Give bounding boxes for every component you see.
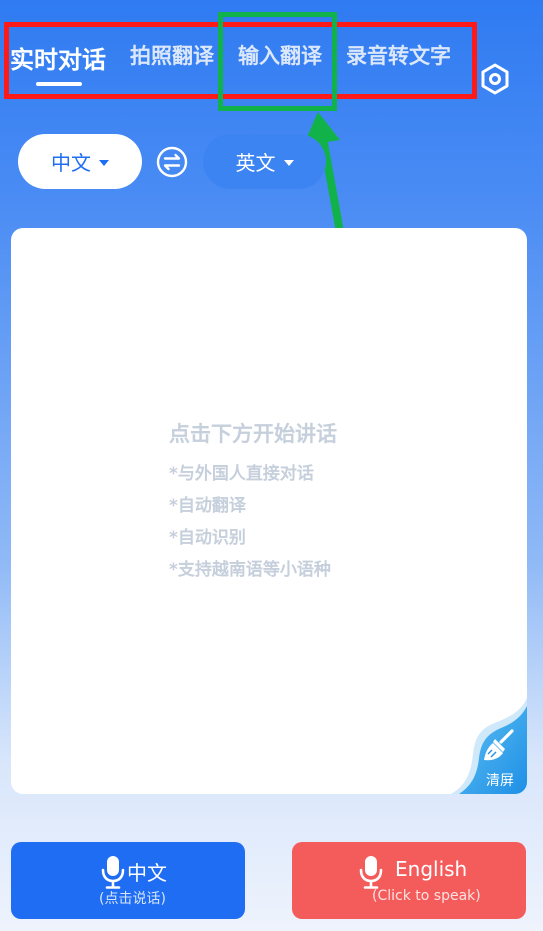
- clear-screen-label: 清屏: [486, 773, 514, 789]
- swap-arrows-icon[interactable]: [156, 146, 188, 178]
- source-language-label: 中文: [51, 151, 91, 175]
- broom-icon: [484, 729, 514, 761]
- hint-line: *支持越南语等小语种: [169, 560, 331, 580]
- clear-screen-button[interactable]: 清屏: [441, 698, 527, 794]
- target-language-selector[interactable]: 英文: [203, 134, 326, 189]
- hint-line: *与外国人直接对话: [169, 464, 314, 484]
- hexagon-settings-icon[interactable]: [478, 62, 512, 96]
- conversation-panel: 点击下方开始讲话 *与外国人直接对话 *自动翻译 *自动识别 *支持越南语等小语…: [11, 228, 527, 794]
- empty-state-hint: 点击下方开始讲话 *与外国人直接对话 *自动翻译 *自动识别 *支持越南语等小语…: [169, 418, 337, 586]
- annotation-green-box: [218, 12, 337, 111]
- hint-title: 点击下方开始讲话: [169, 422, 337, 446]
- chevron-down-icon: [99, 159, 109, 166]
- microphone-icon: [101, 856, 125, 889]
- speak-english-button[interactable]: English (Click to speak): [292, 842, 526, 919]
- chevron-down-icon: [283, 159, 294, 166]
- speak-chinese-label: 中文: [127, 861, 167, 885]
- speak-chinese-button[interactable]: 中文 (点击说话): [11, 842, 245, 919]
- speak-english-label: English: [395, 857, 468, 881]
- speak-chinese-hint: (点击说话): [99, 891, 166, 907]
- hint-line: *自动识别: [169, 528, 246, 548]
- microphone-icon: [359, 856, 383, 889]
- speak-english-hint: (Click to speak): [372, 888, 481, 904]
- source-language-selector[interactable]: 中文: [18, 134, 142, 189]
- target-language-label: 英文: [235, 151, 276, 175]
- hint-line: *自动翻译: [169, 496, 246, 516]
